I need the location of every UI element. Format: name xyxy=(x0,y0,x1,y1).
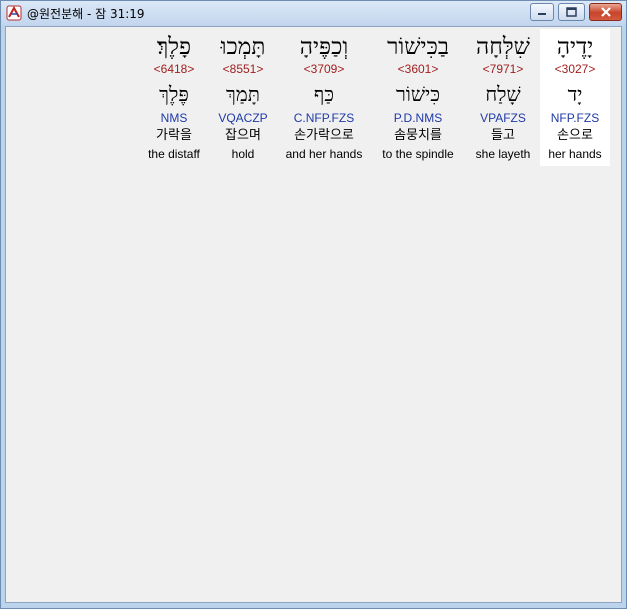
korean-gloss: 가락을 xyxy=(156,128,192,143)
korean-gloss: 손으로 xyxy=(557,128,593,143)
window-title: @원전분해 - 잠 31:19 xyxy=(27,7,145,21)
hebrew-lemma: תָּמַךְ xyxy=(226,82,260,106)
hebrew-word: שִׁלְּחָה xyxy=(476,34,530,60)
word-column[interactable]: פָלֶךְ׃ <6418> פֶּלֶךְ NMS 가락을 the dista… xyxy=(142,29,206,166)
window-bottom-border xyxy=(1,603,626,608)
hebrew-word: יָדֶיהָ xyxy=(556,34,594,60)
english-gloss: her hands xyxy=(548,147,602,161)
word-column[interactable]: שִׁלְּחָה <7971> שָׁלַח VPAFZS 들고 she la… xyxy=(468,29,538,166)
hebrew-word: וְכַפֶּיהָ xyxy=(299,34,349,60)
strong-number[interactable]: <3027> xyxy=(540,62,610,76)
hebrew-word: בַכִּישׁוֹר xyxy=(387,34,449,60)
word-column[interactable]: בַכִּישׁוֹר <3601> כִּישׁוֹר P.D.NMS 솜뭉치… xyxy=(376,29,460,166)
word-column[interactable]: יָדֶיהָ <3027> יָד NFP.FZS 손으로 her hands xyxy=(540,29,610,166)
maximize-button[interactable] xyxy=(558,3,585,21)
korean-gloss: 손가락으로 xyxy=(294,128,354,143)
english-gloss: and her hands xyxy=(285,147,363,161)
hebrew-lemma: כִּישׁוֹר xyxy=(395,82,441,106)
english-gloss: the distaff xyxy=(148,147,200,161)
korean-gloss: 들고 xyxy=(491,128,515,143)
korean-gloss: 잡으며 xyxy=(225,128,261,143)
english-gloss: she layeth xyxy=(475,147,531,161)
word-column[interactable]: וְכַפֶּיהָ <3709> כַּף C.NFP.FZS 손가락으로 a… xyxy=(282,29,366,166)
minimize-button[interactable] xyxy=(530,3,554,21)
english-gloss: hold xyxy=(231,147,255,161)
maximize-icon xyxy=(566,7,577,17)
hebrew-lemma: כַּף xyxy=(313,82,335,106)
morphology-code: NMS xyxy=(160,111,188,125)
strong-number[interactable]: <8551> xyxy=(212,62,274,76)
morphology-code: VQACZP xyxy=(218,111,268,125)
minimize-icon xyxy=(538,13,546,15)
korean-gloss: 솜뭉치를 xyxy=(394,128,442,143)
word-column[interactable]: תָּמְכוּ <8551> תָּמַךְ VQACZP 잡으며 hold xyxy=(212,29,274,166)
hebrew-lemma: שָׁלַח xyxy=(485,82,521,106)
hebrew-lemma: יָד xyxy=(567,82,583,106)
strong-number[interactable]: <6418> xyxy=(142,62,206,76)
hebrew-word: פָלֶךְ׃ xyxy=(156,34,192,60)
hebrew-lemma: פֶּלֶךְ xyxy=(159,82,189,106)
morphology-code: NFP.FZS xyxy=(550,111,600,125)
close-icon xyxy=(600,7,611,17)
close-button[interactable] xyxy=(589,3,622,21)
app-window: @원전분해 - 잠 31:19 יָדֶיהָ <3027> יָד NFP.F… xyxy=(0,0,627,609)
app-icon xyxy=(6,5,22,21)
interlinear-pane[interactable]: יָדֶיהָ <3027> יָד NFP.FZS 손으로 her hands… xyxy=(5,26,622,603)
morphology-code: P.D.NMS xyxy=(393,111,443,125)
english-gloss: to the spindle xyxy=(382,147,454,161)
strong-number[interactable]: <3709> xyxy=(282,62,366,76)
morphology-code: C.NFP.FZS xyxy=(293,111,355,125)
strong-number[interactable]: <7971> xyxy=(468,62,538,76)
title-bar[interactable]: @원전분해 - 잠 31:19 xyxy=(1,1,626,25)
hebrew-word: תָּמְכוּ xyxy=(220,34,266,60)
strong-number[interactable]: <3601> xyxy=(376,62,460,76)
morphology-code: VPAFZS xyxy=(480,111,526,125)
